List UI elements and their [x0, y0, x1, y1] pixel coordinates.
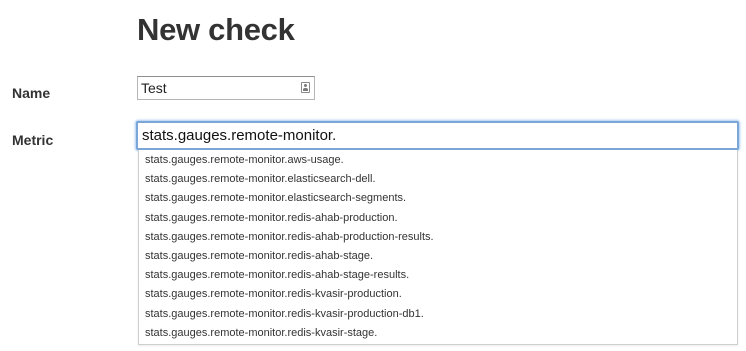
name-input[interactable]: [138, 77, 291, 99]
suggestion-item[interactable]: stats.gauges.remote-monitor.elasticsearc…: [139, 170, 737, 189]
contact-card-icon[interactable]: [301, 82, 310, 93]
name-label: Name: [12, 85, 51, 101]
suggestion-item[interactable]: stats.gauges.remote-monitor.redis-ahab-p…: [139, 228, 737, 247]
suggestion-item[interactable]: stats.gauges.remote-monitor.redis-ahab-s…: [139, 247, 737, 266]
suggestion-item[interactable]: stats.gauges.remote-monitor.redis-kvasir…: [139, 324, 737, 343]
page-title: New check: [137, 12, 295, 47]
suggestion-item[interactable]: stats.gauges.remote-monitor.redis-kvasir…: [139, 305, 737, 324]
suggestion-item[interactable]: stats.gauges.remote-monitor.elasticsearc…: [139, 189, 737, 208]
suggestion-item[interactable]: stats.gauges.remote-monitor.redis-ahab-p…: [139, 209, 737, 228]
suggestion-item[interactable]: stats.gauges.remote-monitor.redis-kvasir…: [139, 285, 737, 304]
metric-field[interactable]: [136, 121, 739, 150]
name-field[interactable]: [137, 76, 315, 100]
metric-input[interactable]: [138, 123, 732, 148]
metric-label: Metric: [12, 132, 54, 148]
suggestion-item[interactable]: stats.gauges.remote-monitor.aws-usage.: [139, 151, 737, 170]
autocomplete-suggestions: stats.gauges.remote-monitor.aws-usage. s…: [138, 150, 738, 345]
suggestion-item[interactable]: stats.gauges.remote-monitor.redis-ahab-s…: [139, 266, 737, 285]
